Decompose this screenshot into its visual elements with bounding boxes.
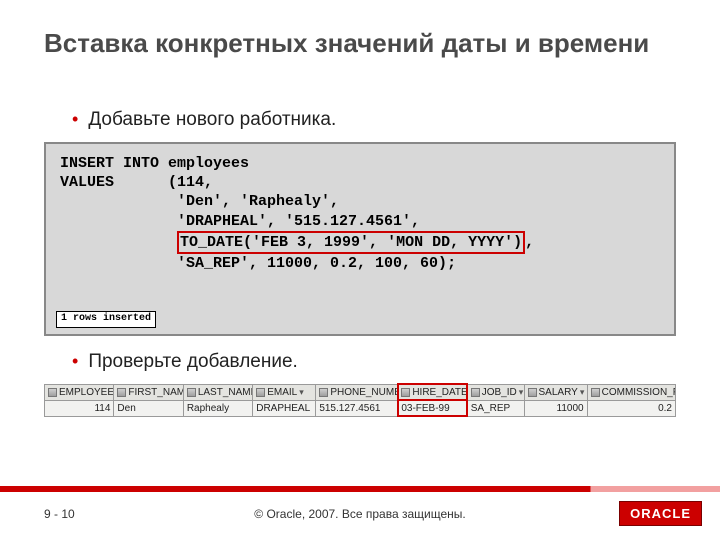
bullet-marker: • (72, 350, 78, 372)
sql-code-block: INSERT INTO employees VALUES (114, 'Den'… (44, 142, 676, 336)
col-salary: SALARY▾ (524, 384, 587, 400)
column-icon (591, 388, 600, 397)
cell-salary: 11000 (524, 400, 587, 416)
result-table: EMPLOYEE_ID▾ FIRST_NAME▾ LAST_NAME▾ EMAI… (44, 384, 676, 417)
sql-code: INSERT INTO employees VALUES (114, 'Den'… (44, 142, 676, 336)
footer: 9 - 10 © Oracle, 2007. Все права защищен… (0, 501, 720, 526)
code-line-4: 'DRAPHEAL', '515.127.4561', (60, 213, 420, 230)
oracle-logo: ORACLE (619, 501, 702, 526)
col-label: SALARY (539, 387, 578, 398)
bullet-1-text: Добавьте нового работника. (88, 108, 336, 132)
code-line-6: 'SA_REP', 11000, 0.2, 100, 60); (60, 255, 456, 272)
rows-inserted-badge: 1 rows inserted (56, 311, 156, 328)
column-icon (48, 388, 57, 397)
col-label: EMPLOYEE_ID (59, 387, 114, 398)
code-line-1: INSERT INTO employees (60, 155, 249, 172)
column-icon (528, 388, 537, 397)
cell-first-name: Den (114, 400, 183, 416)
col-label: COMMISSION_PCT (602, 387, 676, 398)
column-icon (256, 388, 265, 397)
slide: Вставка конкретных значений даты и време… (0, 0, 720, 540)
col-commission-pct: COMMISSION_PCT▾ (587, 384, 675, 400)
col-label: JOB_ID (482, 387, 517, 398)
cell-phone-number: 515.127.4561 (316, 400, 398, 416)
col-label: PHONE_NUMBER (330, 387, 398, 398)
col-job-id: JOB_ID▾ (467, 384, 524, 400)
table-header-row: EMPLOYEE_ID▾ FIRST_NAME▾ LAST_NAME▾ EMAI… (45, 384, 676, 400)
col-last-name: LAST_NAME▾ (183, 384, 252, 400)
col-employee-id: EMPLOYEE_ID▾ (45, 384, 114, 400)
col-label: FIRST_NAME (128, 387, 183, 398)
copyright: © Oracle, 2007. Все права защищены. (0, 507, 720, 521)
cell-last-name: Raphealy (183, 400, 252, 416)
to-date-highlight: TO_DATE('FEB 3, 1999', 'MON DD, YYYY') (177, 231, 525, 254)
col-email: EMAIL▾ (253, 384, 316, 400)
col-label: HIRE_DATE (412, 387, 467, 398)
col-phone-number: PHONE_NUMBER▾ (316, 384, 398, 400)
sort-icon: ▾ (299, 387, 304, 398)
column-icon (117, 388, 126, 397)
cell-employee-id: 114 (45, 400, 114, 416)
col-label: EMAIL (267, 387, 297, 398)
cell-job-id: SA_REP (467, 400, 524, 416)
col-first-name: FIRST_NAME▾ (114, 384, 183, 400)
column-icon (401, 388, 410, 397)
slide-body: • Добавьте нового работника. INSERT INTO… (44, 108, 676, 417)
column-icon (471, 388, 480, 397)
col-hire-date: HIRE_DATE▾ (398, 384, 467, 400)
column-icon (187, 388, 196, 397)
cell-commission-pct: 0.2 (587, 400, 675, 416)
bullet-2: • Проверьте добавление. (72, 350, 676, 374)
sort-icon: ▾ (519, 387, 524, 398)
cell-hire-date: 03-FEB-99 (398, 400, 467, 416)
code-line-2: VALUES (114, (60, 174, 213, 191)
bullet-marker: • (72, 108, 78, 130)
cell-email: DRAPHEAL (253, 400, 316, 416)
col-label: LAST_NAME (198, 387, 253, 398)
page-title: Вставка конкретных значений даты и време… (44, 28, 676, 59)
footer-divider (0, 486, 720, 492)
code-line-5-tail: , (525, 234, 534, 251)
bullet-2-text: Проверьте добавление. (88, 350, 297, 374)
bullet-1: • Добавьте нового работника. (72, 108, 676, 132)
table-row: 114 Den Raphealy DRAPHEAL 515.127.4561 0… (45, 400, 676, 416)
code-line-5-indent (60, 234, 177, 251)
sort-icon: ▾ (580, 387, 585, 398)
code-line-3: 'Den', 'Raphealy', (60, 193, 339, 210)
column-icon (319, 388, 328, 397)
